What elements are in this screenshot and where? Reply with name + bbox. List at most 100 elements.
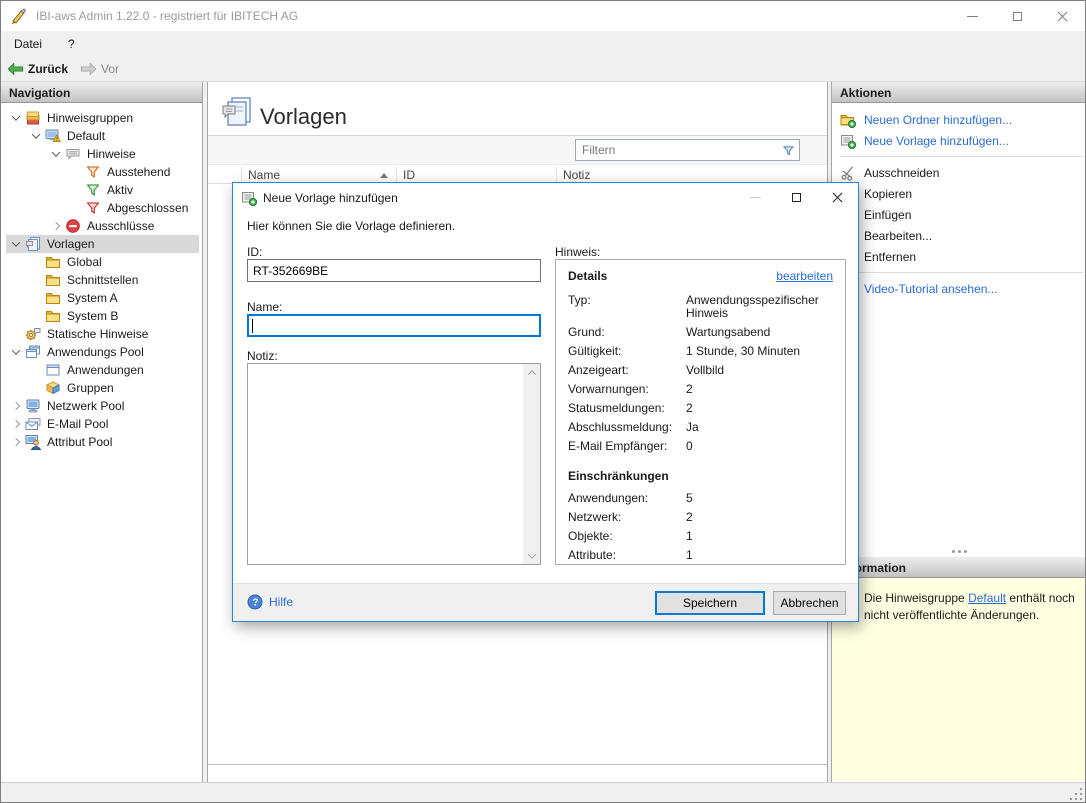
chevron-right-icon[interactable] bbox=[9, 439, 23, 445]
chevron-down-icon[interactable] bbox=[9, 349, 23, 355]
folder-icon bbox=[45, 308, 62, 324]
dialog-footer: ? Hilfe Speichern Abbrechen bbox=[233, 583, 858, 621]
edit-hinweis-link[interactable]: bearbeiten bbox=[776, 269, 833, 283]
detail-label: Vorwarnungen: bbox=[568, 383, 686, 396]
default-group-link[interactable]: Default bbox=[968, 591, 1006, 605]
nav-item-gruppen[interactable]: Gruppen bbox=[1, 379, 202, 397]
chevron-down-icon[interactable] bbox=[9, 115, 23, 121]
nav-item-schnittstellen[interactable]: Schnittstellen bbox=[1, 271, 202, 289]
window-title: IBI-aws Admin 1.22.0 - registriert für I… bbox=[36, 9, 298, 23]
forward-arrow-icon bbox=[80, 62, 97, 76]
nav-item-system-a[interactable]: System A bbox=[1, 289, 202, 307]
action-new-folder[interactable]: Neuen Ordner hinzufügen... bbox=[832, 109, 1086, 130]
nav-item-global[interactable]: Global bbox=[1, 253, 202, 271]
navigation-header: Navigation bbox=[1, 82, 202, 103]
action-video-tutorial[interactable]: Video-Tutorial ansehen... bbox=[832, 278, 1086, 299]
hinweis-label: Hinweis: bbox=[555, 245, 600, 259]
action-edit[interactable]: Bearbeiten... bbox=[832, 225, 1086, 246]
nav-item-anwendungen[interactable]: Anwendungen bbox=[1, 361, 202, 379]
nav-item-default[interactable]: Default bbox=[1, 127, 202, 145]
action-new-template[interactable]: Neue Vorlage hinzufügen... bbox=[832, 130, 1086, 151]
resize-grip-icon[interactable] bbox=[1070, 788, 1082, 800]
nav-item-label: Statische Hinweise bbox=[45, 327, 148, 341]
column-header-icon[interactable] bbox=[208, 166, 242, 183]
nav-item-anwendungs-pool[interactable]: Anwendungs Pool bbox=[1, 343, 202, 361]
restrictions-heading: Einschränkungen bbox=[568, 469, 833, 483]
action-cut[interactable]: Ausschneiden bbox=[832, 162, 1086, 183]
close-icon[interactable] bbox=[1040, 1, 1085, 31]
scroll-up-icon[interactable] bbox=[523, 364, 540, 381]
id-field[interactable] bbox=[247, 259, 541, 282]
information-splitter-grip[interactable] bbox=[832, 546, 1086, 556]
page-title: Vorlagen bbox=[260, 104, 347, 130]
maximize-icon[interactable] bbox=[995, 1, 1040, 31]
nav-item-ausschluesse[interactable]: Ausschlüsse bbox=[1, 217, 202, 235]
nav-item-attribut-pool[interactable]: Attribut Pool bbox=[1, 433, 202, 451]
restriction-label: Objekte: bbox=[568, 530, 686, 543]
nav-item-ausstehend[interactable]: Ausstehend bbox=[1, 163, 202, 181]
notice-groups-icon bbox=[25, 110, 42, 126]
chevron-down-icon[interactable] bbox=[29, 133, 43, 139]
action-label: Video-Tutorial ansehen... bbox=[864, 282, 997, 296]
folder-plus-icon bbox=[840, 112, 858, 128]
nav-item-system-b[interactable]: System B bbox=[1, 307, 202, 325]
detail-label: Grund: bbox=[568, 326, 686, 339]
chevron-down-icon[interactable] bbox=[9, 241, 23, 247]
chevron-right-icon[interactable] bbox=[49, 223, 63, 229]
gear-bubble-icon bbox=[25, 326, 42, 342]
detail-label: Statusmeldungen: bbox=[568, 402, 686, 415]
save-button[interactable]: Speichern bbox=[655, 591, 765, 615]
details-heading: Details bbox=[568, 269, 607, 283]
column-header-notiz[interactable]: Notiz bbox=[557, 166, 827, 183]
folder-icon bbox=[45, 290, 62, 306]
column-header-id[interactable]: ID bbox=[397, 166, 557, 183]
chevron-right-icon[interactable] bbox=[9, 403, 23, 409]
detail-value: 2 bbox=[686, 383, 833, 396]
action-copy[interactable]: Kopieren bbox=[832, 183, 1086, 204]
template-plus-icon bbox=[840, 133, 858, 149]
nav-item-hinweise[interactable]: Hinweise bbox=[1, 145, 202, 163]
vorlagen-page-icon bbox=[221, 96, 253, 128]
cancel-button[interactable]: Abbrechen bbox=[773, 591, 846, 615]
nav-item-vorlagen[interactable]: Vorlagen bbox=[6, 235, 199, 253]
action-paste[interactable]: Einfügen bbox=[832, 204, 1086, 225]
nav-item-abgeschlossen[interactable]: Abgeschlossen bbox=[1, 199, 202, 217]
nav-item-hinweisgruppen[interactable]: Hinweisgruppen bbox=[1, 109, 202, 127]
minimize-icon[interactable] bbox=[950, 1, 995, 31]
dialog-close-icon[interactable] bbox=[817, 183, 858, 212]
column-label: ID bbox=[403, 168, 415, 182]
filter-funnel-icon[interactable] bbox=[777, 140, 799, 160]
dialog-template-plus-icon bbox=[241, 190, 257, 206]
nav-item-email-pool[interactable]: E-Mail Pool bbox=[1, 415, 202, 433]
detail-value: 2 bbox=[686, 402, 833, 415]
help-link[interactable]: ? Hilfe bbox=[247, 594, 293, 610]
notiz-field[interactable] bbox=[248, 364, 523, 564]
dialog-title-bar: Neue Vorlage hinzufügen bbox=[233, 183, 858, 212]
detail-label: E-Mail Empfänger: bbox=[568, 440, 686, 453]
funnel-orange-icon bbox=[85, 164, 102, 180]
nav-item-netzwerk-pool[interactable]: Netzwerk Pool bbox=[1, 397, 202, 415]
network-monitor-icon bbox=[25, 398, 42, 414]
dialog-maximize-icon[interactable] bbox=[776, 183, 817, 212]
detail-value: Wartungsabend bbox=[686, 326, 833, 339]
chevron-down-icon[interactable] bbox=[49, 151, 63, 157]
nav-item-statische-hinweise[interactable]: Statische Hinweise bbox=[1, 325, 202, 343]
notiz-scrollbar[interactable] bbox=[523, 364, 540, 564]
filter-input[interactable] bbox=[576, 143, 777, 157]
menu-item-help[interactable]: ? bbox=[55, 33, 88, 55]
folder-icon bbox=[45, 272, 62, 288]
name-field[interactable] bbox=[247, 314, 541, 337]
nav-item-aktiv[interactable]: Aktiv bbox=[1, 181, 202, 199]
scroll-down-icon[interactable] bbox=[523, 547, 540, 564]
nav-item-label: Global bbox=[65, 255, 102, 269]
status-bar bbox=[1, 782, 1085, 803]
navigation-tree: Hinweisgruppen Default Hinweise Ausstehe… bbox=[1, 109, 202, 451]
column-header-name[interactable]: Name bbox=[242, 166, 397, 183]
forward-button[interactable]: Vor bbox=[80, 62, 119, 76]
back-button[interactable]: Zurück bbox=[7, 62, 68, 76]
dialog-description: Hier können Sie die Vorlage definieren. bbox=[247, 219, 455, 233]
action-remove[interactable]: Entfernen bbox=[832, 246, 1086, 267]
chevron-right-icon[interactable] bbox=[9, 421, 23, 427]
app-window: IBI-aws Admin 1.22.0 - registriert für I… bbox=[0, 0, 1086, 803]
menu-item-datei[interactable]: Datei bbox=[1, 33, 55, 55]
